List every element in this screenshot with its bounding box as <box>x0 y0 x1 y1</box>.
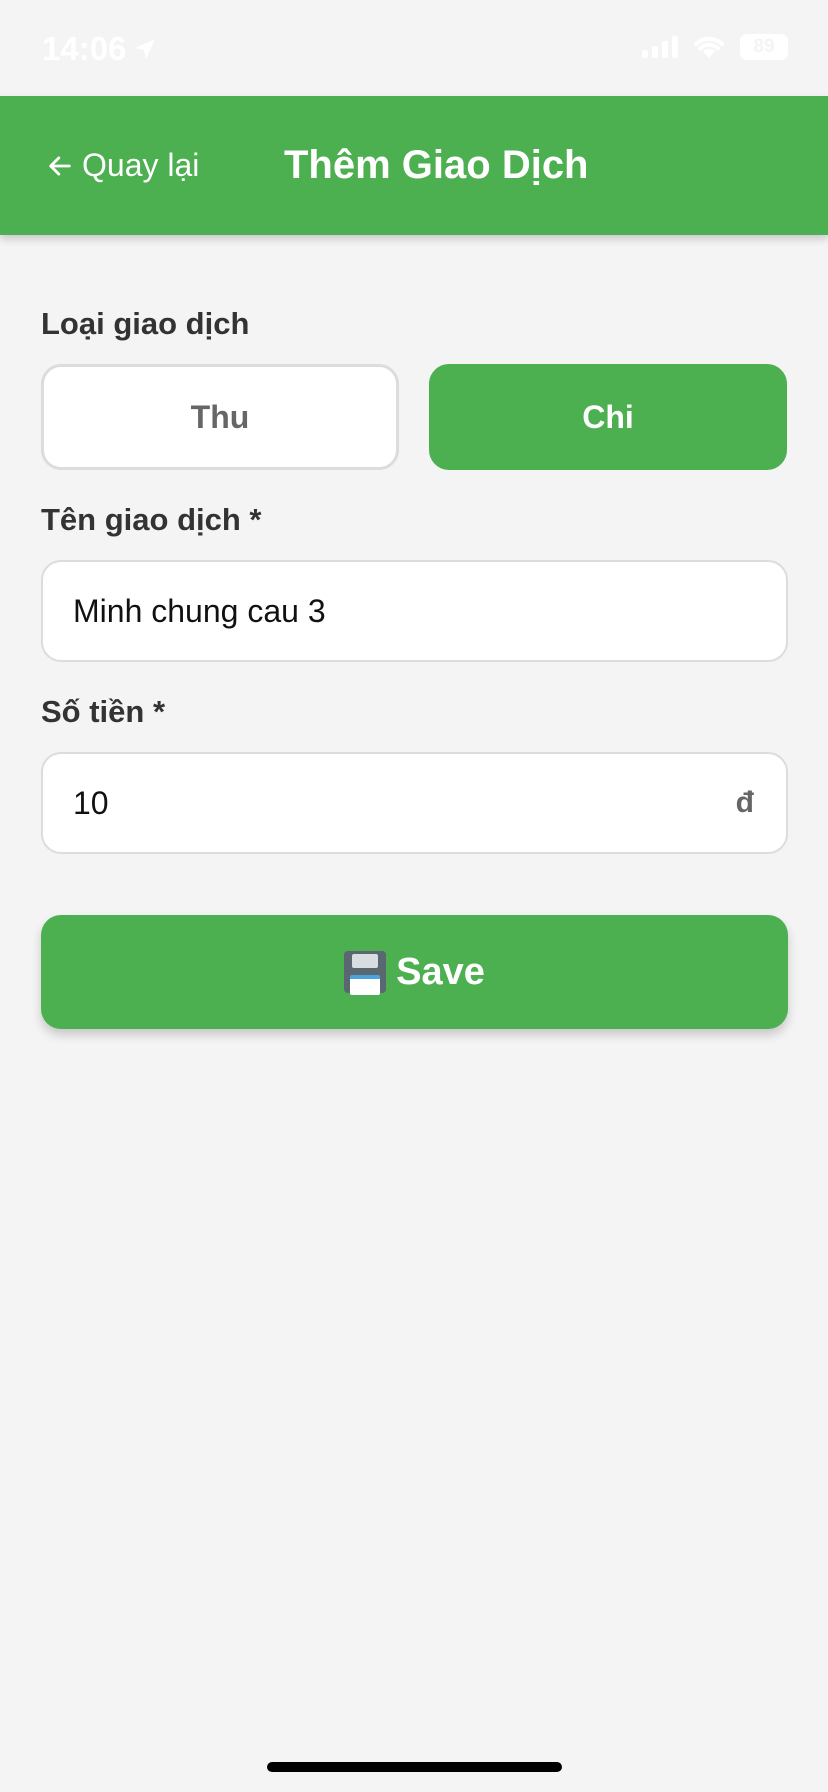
type-thu-button[interactable]: Thu <box>41 364 399 470</box>
currency-symbol: đ <box>735 786 754 819</box>
location-arrow-icon <box>135 39 156 59</box>
type-thu-label: Thu <box>190 398 250 435</box>
transaction-type-label: Loại giao dịch <box>41 306 250 341</box>
amount-input[interactable] <box>43 754 786 852</box>
app-header: Quay lại Thêm Giao Dịch <box>0 96 828 235</box>
type-chi-button[interactable]: Chi <box>429 364 787 470</box>
arrow-left-icon <box>49 155 71 176</box>
status-time: 14:06 <box>42 30 158 68</box>
amount-label: Số tiền * <box>41 694 166 729</box>
status-bar: 14:06 89 <box>0 0 828 96</box>
save-button[interactable]: Save <box>41 915 788 1029</box>
status-indicators: 89 <box>642 34 788 60</box>
save-label: Save <box>396 950 485 993</box>
amount-field[interactable]: đ <box>41 752 788 854</box>
battery-level: 89 <box>753 36 775 57</box>
transaction-name-field[interactable] <box>41 560 788 662</box>
page-title: Thêm Giao Dịch <box>284 143 589 187</box>
cellular-signal-icon <box>642 36 678 58</box>
back-label: Quay lại <box>82 147 200 183</box>
back-button[interactable]: Quay lại <box>46 96 199 235</box>
floppy-disk-icon <box>344 951 387 995</box>
clock-text: 14:06 <box>42 30 127 67</box>
transaction-name-label: Tên giao dịch * <box>41 502 262 537</box>
wifi-icon <box>694 36 724 58</box>
transaction-name-input[interactable] <box>43 562 786 660</box>
type-chi-label: Chi <box>582 398 634 435</box>
home-indicator[interactable] <box>267 1762 562 1772</box>
battery-icon: 89 <box>740 34 788 60</box>
